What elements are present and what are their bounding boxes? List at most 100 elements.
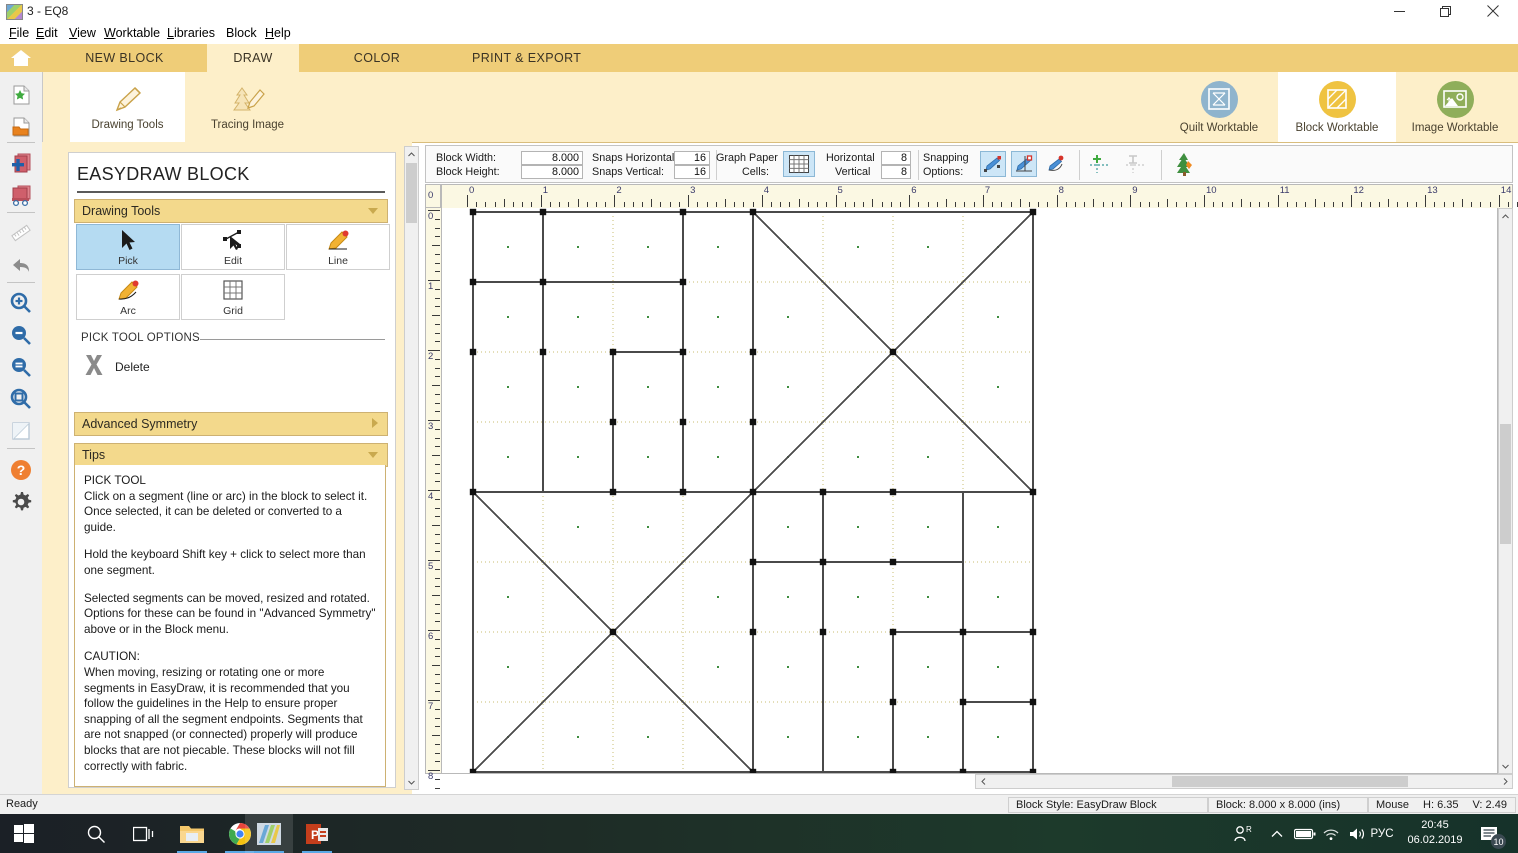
scroll-down-icon[interactable]: [405, 775, 418, 789]
section-advanced-symmetry[interactable]: Advanced Symmetry: [74, 412, 388, 436]
ribbon-drawing-tools[interactable]: Drawing Tools: [70, 72, 185, 142]
canvas-vscroll-thumb[interactable]: [1500, 424, 1511, 544]
menu-libraries[interactable]: Libraries: [163, 25, 219, 41]
tab-print-export[interactable]: PRINT & EXPORT: [455, 44, 603, 72]
help-icon[interactable]: ?: [4, 455, 38, 485]
segment-node: [889, 488, 897, 496]
menu-help[interactable]: Help: [261, 25, 295, 41]
tool-pick[interactable]: Pick: [76, 224, 180, 270]
ruler-label: 12: [1353, 185, 1364, 196]
task-view-icon[interactable]: [120, 814, 168, 853]
segment-node: [959, 698, 967, 706]
snap-to-grid-icon[interactable]: [980, 151, 1006, 177]
scroll-down-icon[interactable]: [1499, 759, 1512, 773]
menu-file[interactable]: FFileile: [5, 25, 33, 41]
ruler-minor-tick: [435, 691, 440, 693]
panel-scrollbar-thumb[interactable]: [406, 163, 417, 223]
undo-icon[interactable]: [4, 250, 38, 280]
add-to-sketchbook-icon[interactable]: [4, 148, 38, 178]
snap-dot: [717, 456, 719, 458]
wifi-icon[interactable]: [1318, 814, 1344, 853]
new-file-icon[interactable]: [4, 80, 38, 110]
tool-arc[interactable]: Arc: [76, 274, 180, 320]
block-drawing-canvas[interactable]: [441, 208, 1498, 774]
maximize-button[interactable]: [1422, 0, 1468, 22]
section-advanced-symmetry-label: Advanced Symmetry: [82, 417, 198, 431]
section-drawing-tools[interactable]: Drawing Tools: [74, 199, 388, 223]
powerpoint-icon[interactable]: P: [293, 814, 341, 853]
canvas-horizontal-scrollbar[interactable]: [975, 774, 1513, 789]
language-indicator[interactable]: РУС: [1366, 814, 1398, 853]
search-icon[interactable]: [72, 814, 120, 853]
close-button[interactable]: [1470, 0, 1516, 22]
snap-to-arc-icon[interactable]: [1042, 151, 1068, 177]
scroll-up-icon[interactable]: [405, 147, 418, 161]
ruler-label: 3: [428, 421, 434, 432]
tool-grid[interactable]: Grid: [181, 274, 285, 320]
block-width-input[interactable]: 8.000: [521, 151, 583, 165]
ruler-minor-tick: [432, 455, 440, 456]
eq8-taskbar-icon[interactable]: [245, 814, 293, 853]
menu-block[interactable]: Block: [222, 25, 261, 41]
snap-dot: [857, 456, 859, 458]
ribbon-tracing-image[interactable]: Tracing Image: [190, 72, 305, 142]
snaps-horizontal-input[interactable]: 16: [674, 151, 710, 165]
zoom-selection-icon[interactable]: [4, 384, 38, 414]
image-worktable-button[interactable]: Image Worktable: [1396, 72, 1514, 142]
canvas-hscroll-thumb[interactable]: [1172, 776, 1408, 787]
open-file-icon[interactable]: [4, 112, 38, 142]
menu-worktable[interactable]: Worktable: [100, 25, 164, 41]
file-explorer-icon[interactable]: [168, 814, 216, 853]
battery-icon[interactable]: [1292, 814, 1318, 853]
taskbar-clock[interactable]: 20:45 06.02.2019: [1404, 818, 1466, 848]
show-grid-icon[interactable]: [1087, 151, 1113, 177]
tree-icon[interactable]: [1170, 150, 1200, 178]
clock-date: 06.02.2019: [1407, 834, 1463, 846]
settings-icon[interactable]: [4, 487, 38, 517]
graph-vertical-input[interactable]: 8: [881, 165, 911, 179]
view-sketchbook-icon[interactable]: [4, 180, 38, 210]
left-toolbar: ?: [0, 72, 43, 794]
quilt-worktable-button[interactable]: Quilt Worktable: [1160, 72, 1278, 142]
tab-draw[interactable]: DRAW: [207, 44, 299, 72]
home-button[interactable]: [0, 44, 42, 72]
tool-edit[interactable]: Edit: [181, 224, 285, 270]
ruler-minor-tick: [642, 202, 644, 207]
ruler-tick: [1425, 195, 1427, 207]
scroll-right-icon[interactable]: [1498, 775, 1512, 788]
canvas-vertical-scrollbar[interactable]: [1498, 208, 1513, 774]
ruler-minor-tick: [1222, 202, 1224, 207]
panel-scrollbar[interactable]: [404, 146, 419, 790]
ruler-label: 9: [1132, 185, 1138, 196]
zoom-fit-icon[interactable]: [4, 352, 38, 382]
block-height-input[interactable]: 8.000: [521, 165, 583, 179]
graph-paper-icon[interactable]: [783, 151, 815, 177]
tab-color[interactable]: COLOR: [299, 44, 455, 72]
people-icon[interactable]: R: [1228, 814, 1258, 853]
ruler-minor-tick: [780, 202, 782, 207]
tab-new-block[interactable]: NEW BLOCK: [42, 44, 207, 72]
zoom-in-icon[interactable]: [4, 288, 38, 318]
action-center-icon[interactable]: 10: [1470, 814, 1510, 853]
option-delete[interactable]: Delete: [83, 353, 150, 380]
section-tips[interactable]: Tips: [74, 443, 388, 467]
tool-line[interactable]: Line: [286, 224, 390, 270]
hide-show-icon[interactable]: [4, 416, 38, 446]
block-worktable-button[interactable]: Block Worktable: [1278, 72, 1396, 142]
delete-x-icon: [83, 353, 105, 380]
snap-to-node-icon[interactable]: [1011, 151, 1037, 177]
hide-grid-icon[interactable]: [1123, 151, 1149, 177]
ruler-icon[interactable]: [4, 218, 38, 248]
menu-edit[interactable]: Edit: [32, 25, 62, 41]
minimize-button[interactable]: [1376, 0, 1422, 22]
status-block-size: Block: 8.000 x 8.000 (ins): [1208, 797, 1368, 813]
menu-view[interactable]: View: [65, 25, 100, 41]
scroll-up-icon[interactable]: [1499, 209, 1512, 223]
ruler-minor-tick: [435, 218, 440, 220]
scroll-left-icon[interactable]: [976, 775, 990, 788]
graph-horizontal-input[interactable]: 8: [881, 151, 911, 165]
show-hidden-icons-icon[interactable]: [1264, 814, 1290, 853]
snaps-vertical-input[interactable]: 16: [674, 165, 710, 179]
zoom-out-icon[interactable]: [4, 320, 38, 350]
start-button-icon[interactable]: [0, 814, 48, 853]
